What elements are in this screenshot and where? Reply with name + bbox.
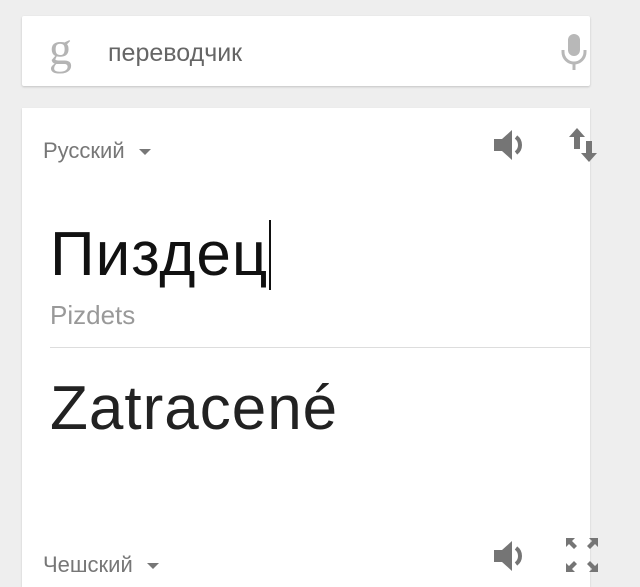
fullscreen-icon[interactable] <box>564 536 600 574</box>
speaker-icon[interactable] <box>492 538 532 574</box>
source-language-label: Русский <box>43 138 125 163</box>
target-language-label: Чешский <box>43 552 133 577</box>
target-language-select[interactable]: Чешский <box>43 552 159 578</box>
chevron-down-icon <box>146 563 159 570</box>
text-cursor <box>269 220 272 290</box>
source-text: Пиздец <box>50 220 269 289</box>
translation-result: Zatracené <box>50 374 339 443</box>
google-logo[interactable]: g <box>49 26 72 72</box>
search-input[interactable]: переводчик <box>108 38 242 68</box>
transliteration: Pizdets <box>50 300 136 330</box>
search-bar[interactable]: g переводчик <box>22 16 590 86</box>
source-language-select[interactable]: Русский <box>43 138 151 164</box>
chevron-down-icon <box>138 149 151 156</box>
microphone-icon[interactable] <box>558 32 590 72</box>
source-text-input[interactable]: Пиздец <box>50 220 272 290</box>
speaker-icon[interactable] <box>492 127 532 163</box>
divider <box>50 347 590 348</box>
swap-languages-icon[interactable] <box>568 126 598 164</box>
translator-card: Русский Пиздец Pizdets Zatracené Чешский <box>22 108 598 587</box>
